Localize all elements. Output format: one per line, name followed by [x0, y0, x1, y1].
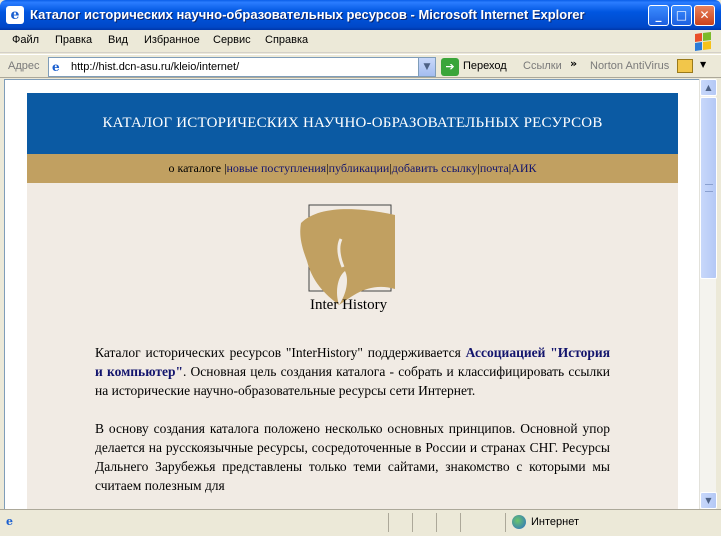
- page-status-icon: e: [6, 515, 13, 528]
- nav-aik[interactable]: АИК: [511, 161, 536, 175]
- menu-edit[interactable]: Правка: [55, 34, 92, 46]
- page-content: КАТАЛОГ ИСТОРИЧЕСКИХ НАУЧНО-ОБРАЗОВАТЕЛЬ…: [27, 93, 678, 509]
- intro-paragraph-2: В основу создания каталога положено неск…: [95, 421, 610, 493]
- go-arrow-icon[interactable]: ➔: [441, 58, 459, 76]
- nav-publications[interactable]: публикации: [329, 161, 390, 175]
- site-navigation: о каталоге |новые поступления|публикации…: [27, 154, 678, 183]
- ie-icon[interactable]: e: [6, 6, 24, 24]
- menu-help[interactable]: Справка: [265, 34, 308, 46]
- address-label: Адрес: [8, 60, 40, 72]
- go-button[interactable]: Переход: [463, 60, 507, 72]
- vertical-scrollbar[interactable]: ▲ ▼: [699, 79, 717, 509]
- security-zone-label: Интернет: [531, 516, 579, 528]
- status-bar: e Интернет: [0, 509, 721, 536]
- logo-text: Inter History: [310, 297, 388, 313]
- page-icon: e: [52, 60, 60, 74]
- address-url[interactable]: http://hist.dcn-asu.ru/kleio/internet/: [71, 61, 239, 73]
- window-title: Каталог исторических научно-образователь…: [30, 7, 585, 22]
- menu-file[interactable]: Файл: [12, 34, 39, 46]
- scroll-thumb[interactable]: [700, 97, 717, 279]
- scroll-up-icon[interactable]: ▲: [700, 79, 717, 96]
- address-bar: Адрес e http://hist.dcn-asu.ru/kleio/int…: [0, 54, 721, 78]
- minimize-button[interactable]: _: [648, 5, 669, 26]
- nav-add-link[interactable]: добавить ссылку: [392, 161, 478, 175]
- norton-antivirus-button[interactable]: Norton AntiVirus: [590, 60, 669, 72]
- address-input[interactable]: e http://hist.dcn-asu.ru/kleio/internet/…: [48, 57, 436, 77]
- chevron-down-icon[interactable]: ▼: [418, 58, 435, 76]
- scroll-down-icon[interactable]: ▼: [700, 492, 717, 509]
- chevron-down-icon[interactable]: ▼: [700, 60, 706, 69]
- nav-new-arrivals[interactable]: новые поступления: [226, 161, 326, 175]
- nav-about[interactable]: о каталоге: [169, 161, 222, 175]
- intro-paragraph-1: Каталог исторических ресурсов "InterHist…: [95, 345, 610, 398]
- menu-bar: Файл Правка Вид Избранное Сервис Справка: [0, 30, 721, 53]
- page-title: КАТАЛОГ ИСТОРИЧЕСКИХ НАУЧНО-ОБРАЗОВАТЕЛЬ…: [27, 93, 678, 154]
- maximize-button[interactable]: □: [671, 5, 692, 26]
- windows-logo-icon: [695, 32, 711, 51]
- norton-icon[interactable]: [677, 59, 693, 73]
- intro-text: Каталог исторических ресурсов "InterHist…: [95, 343, 610, 509]
- menu-view[interactable]: Вид: [108, 34, 128, 46]
- nav-mail[interactable]: почта: [480, 161, 509, 175]
- menu-tools[interactable]: Сервис: [213, 34, 251, 46]
- close-button[interactable]: ✕: [694, 5, 715, 26]
- title-bar: e Каталог исторических научно-образовате…: [0, 0, 721, 30]
- menu-favorites[interactable]: Избранное: [144, 34, 200, 46]
- links-button[interactable]: Ссылки: [523, 60, 562, 72]
- page-viewport[interactable]: КАТАЛОГ ИСТОРИЧЕСКИХ НАУЧНО-ОБРАЗОВАТЕЛЬ…: [4, 79, 699, 509]
- links-chevron-icon[interactable]: »: [570, 57, 577, 70]
- internet-zone-icon: [512, 515, 526, 529]
